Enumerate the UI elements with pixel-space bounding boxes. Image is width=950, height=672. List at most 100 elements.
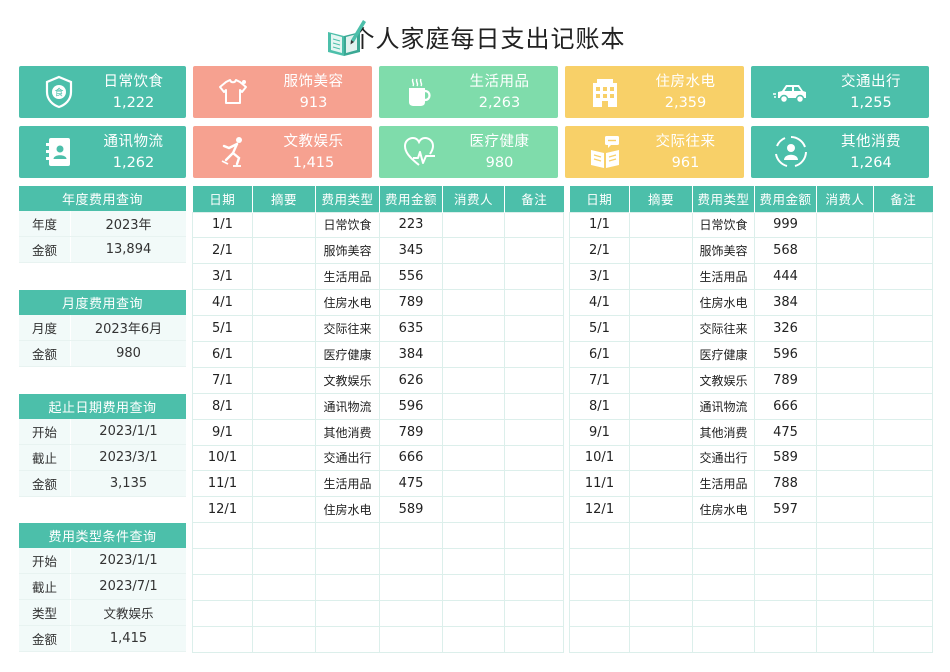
- amount-cell[interactable]: 626: [379, 366, 443, 394]
- type-cell[interactable]: 住房水电: [315, 496, 380, 524]
- type-cell[interactable]: 医疗健康: [315, 340, 380, 368]
- date-cell[interactable]: [569, 548, 630, 575]
- note-cell[interactable]: [504, 237, 564, 265]
- type-cell[interactable]: 服饰美容: [692, 237, 755, 265]
- amount-cell[interactable]: 789: [754, 366, 817, 394]
- summary-cell[interactable]: [252, 237, 316, 265]
- spender-cell[interactable]: [442, 211, 505, 239]
- summary-cell[interactable]: [252, 599, 316, 627]
- note-cell[interactable]: [504, 522, 564, 550]
- type-cell[interactable]: 其他消费: [315, 418, 380, 446]
- summary-cell[interactable]: [252, 418, 316, 446]
- spender-cell[interactable]: [442, 444, 505, 472]
- spender-cell[interactable]: [442, 470, 505, 498]
- date-cell[interactable]: 9/1: [192, 418, 253, 446]
- type-cell[interactable]: 服饰美容: [315, 237, 380, 265]
- amount-cell[interactable]: 223: [379, 211, 443, 239]
- spender-cell[interactable]: [816, 599, 874, 627]
- type-select[interactable]: 文教娱乐: [71, 600, 186, 625]
- summary-cell[interactable]: [252, 315, 316, 342]
- type-cell[interactable]: [692, 573, 755, 601]
- note-cell[interactable]: [873, 496, 933, 524]
- type-cell[interactable]: [315, 573, 380, 601]
- year-input[interactable]: 2023年: [71, 211, 186, 236]
- type-cell[interactable]: 住房水电: [692, 496, 755, 524]
- type-cell[interactable]: [315, 548, 380, 575]
- note-cell[interactable]: [873, 263, 933, 291]
- summary-cell[interactable]: [629, 625, 693, 653]
- spender-cell[interactable]: [442, 496, 505, 524]
- amount-cell[interactable]: 666: [379, 444, 443, 472]
- summary-cell[interactable]: [629, 263, 693, 291]
- note-cell[interactable]: [504, 625, 564, 653]
- summary-cell[interactable]: [252, 522, 316, 550]
- note-cell[interactable]: [873, 211, 933, 239]
- summary-cell[interactable]: [252, 625, 316, 653]
- type-cell[interactable]: 医疗健康: [692, 340, 755, 368]
- summary-cell[interactable]: [629, 418, 693, 446]
- summary-cell[interactable]: [629, 496, 693, 524]
- date-cell[interactable]: 9/1: [569, 418, 630, 446]
- summary-cell[interactable]: [252, 470, 316, 498]
- note-cell[interactable]: [504, 418, 564, 446]
- summary-cell[interactable]: [629, 444, 693, 472]
- type-cell[interactable]: [692, 522, 755, 550]
- note-cell[interactable]: [504, 340, 564, 368]
- amount-cell[interactable]: 475: [379, 470, 443, 498]
- amount-cell[interactable]: 345: [379, 237, 443, 265]
- note-cell[interactable]: [504, 289, 564, 317]
- spender-cell[interactable]: [442, 340, 505, 368]
- amount-cell[interactable]: [754, 599, 817, 627]
- spender-cell[interactable]: [442, 366, 505, 394]
- type-cell[interactable]: 生活用品: [692, 263, 755, 291]
- date-cell[interactable]: 8/1: [192, 392, 253, 420]
- spender-cell[interactable]: [816, 340, 874, 368]
- amount-cell[interactable]: 666: [754, 392, 817, 420]
- amount-cell[interactable]: [379, 599, 443, 627]
- amount-cell[interactable]: 384: [754, 289, 817, 317]
- amount-cell[interactable]: 789: [379, 289, 443, 317]
- type-cell[interactable]: 交际往来: [315, 315, 380, 342]
- date-cell[interactable]: 3/1: [569, 263, 630, 291]
- amount-cell[interactable]: 384: [379, 340, 443, 368]
- amount-cell[interactable]: 999: [754, 211, 817, 239]
- date-cell[interactable]: [569, 625, 630, 653]
- type-cell[interactable]: 文教娱乐: [315, 366, 380, 394]
- note-cell[interactable]: [504, 470, 564, 498]
- range-end-input[interactable]: 2023/3/1: [71, 445, 186, 470]
- amount-cell[interactable]: 568: [754, 237, 817, 265]
- amount-cell[interactable]: 589: [379, 496, 443, 524]
- amount-cell[interactable]: [754, 573, 817, 601]
- spender-cell[interactable]: [816, 522, 874, 550]
- type-cell[interactable]: [315, 599, 380, 627]
- type-cell[interactable]: 住房水电: [315, 289, 380, 317]
- type-cell[interactable]: 生活用品: [315, 263, 380, 291]
- note-cell[interactable]: [504, 444, 564, 472]
- amount-cell[interactable]: 596: [379, 392, 443, 420]
- date-cell[interactable]: 10/1: [569, 444, 630, 472]
- type-cell[interactable]: 生活用品: [315, 470, 380, 498]
- note-cell[interactable]: [504, 315, 564, 342]
- amount-cell[interactable]: 589: [754, 444, 817, 472]
- date-cell[interactable]: [569, 599, 630, 627]
- date-cell[interactable]: 11/1: [192, 470, 253, 498]
- date-cell[interactable]: 12/1: [569, 496, 630, 524]
- type-cell[interactable]: 住房水电: [692, 289, 755, 317]
- note-cell[interactable]: [504, 366, 564, 394]
- spender-cell[interactable]: [816, 315, 874, 342]
- month-input[interactable]: 2023年6月: [71, 315, 186, 340]
- summary-cell[interactable]: [629, 340, 693, 368]
- summary-cell[interactable]: [629, 470, 693, 498]
- type-cell[interactable]: 文教娱乐: [692, 366, 755, 394]
- date-cell[interactable]: 5/1: [569, 315, 630, 342]
- type-cell[interactable]: 其他消费: [692, 418, 755, 446]
- date-cell[interactable]: 7/1: [192, 366, 253, 394]
- type-cell[interactable]: 交通出行: [315, 444, 380, 472]
- spender-cell[interactable]: [442, 625, 505, 653]
- summary-cell[interactable]: [252, 289, 316, 317]
- note-cell[interactable]: [504, 573, 564, 601]
- summary-cell[interactable]: [252, 392, 316, 420]
- date-cell[interactable]: 4/1: [569, 289, 630, 317]
- spender-cell[interactable]: [816, 237, 874, 265]
- amount-cell[interactable]: 788: [754, 470, 817, 498]
